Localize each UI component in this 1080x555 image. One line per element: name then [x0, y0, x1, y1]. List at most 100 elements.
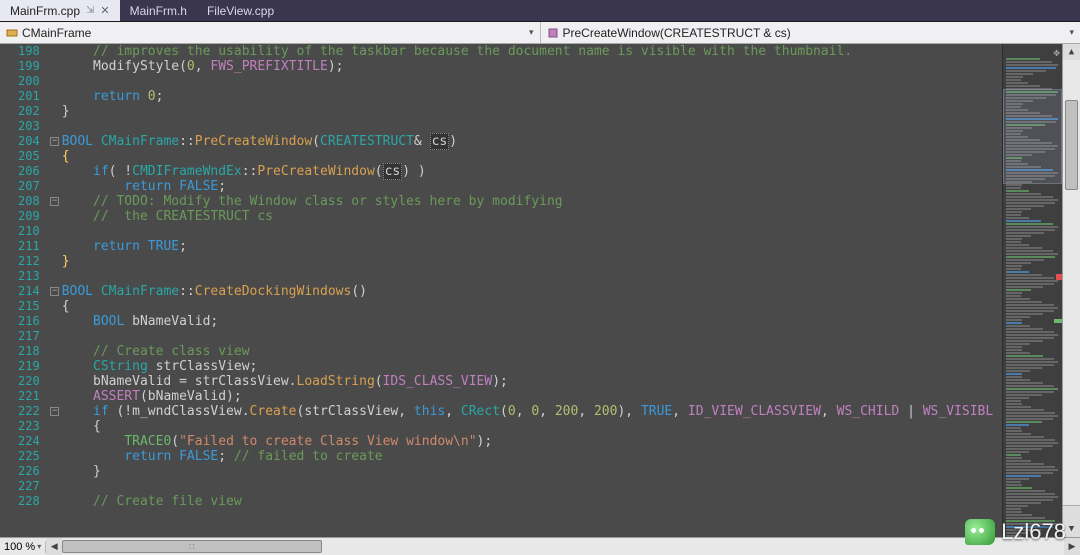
member-dropdown[interactable]: PreCreateWindow(CREATESTRUCT & cs) ▾ [541, 22, 1080, 43]
code-line[interactable]: ASSERT(bNameValid); [62, 389, 1002, 404]
outline-cell [48, 164, 62, 179]
code-line[interactable]: TRACE0("Failed to create Class View wind… [62, 434, 1002, 449]
code-line[interactable] [62, 224, 1002, 239]
scope-dropdown[interactable]: CMainFrame ▾ [0, 22, 541, 43]
outline-margin: − − − − [48, 44, 62, 537]
tab-bar: MainFrm.cpp ⇲ ✕ MainFrm.h FileView.cpp [0, 0, 1080, 22]
outline-cell [48, 269, 62, 284]
line-number: 208 [18, 194, 40, 209]
line-number: 212 [18, 254, 40, 269]
chevron-down-icon: ▾ [529, 27, 534, 38]
outline-cell [48, 479, 62, 494]
line-number: 199 [18, 59, 40, 74]
code-line[interactable]: { [62, 419, 1002, 434]
code-line[interactable] [62, 329, 1002, 344]
code-line[interactable]: // improves the usability of the taskbar… [62, 44, 1002, 59]
pin-icon[interactable]: ⇲ [86, 5, 94, 16]
code-line[interactable] [62, 479, 1002, 494]
code-line[interactable]: { [62, 149, 1002, 164]
outline-cell [48, 104, 62, 119]
tab-label: FileView.cpp [207, 4, 274, 18]
vertical-scrollbar[interactable]: ▲ ▼ [1062, 44, 1080, 537]
line-number: 205 [18, 149, 40, 164]
code-line[interactable]: bNameValid = strClassView.LoadString(IDS… [62, 374, 1002, 389]
line-number-gutter: 1981992002012022032042052062072082092102… [0, 44, 48, 537]
editor-area: 1981992002012022032042052062072082092102… [0, 44, 1080, 537]
code-line[interactable]: BOOL bNameValid; [62, 314, 1002, 329]
line-number: 217 [18, 329, 40, 344]
outline-cell [48, 89, 62, 104]
scroll-right-button[interactable]: ▶ [1064, 538, 1080, 555]
code-line[interactable]: // Create file view [62, 494, 1002, 509]
outline-cell [48, 179, 62, 194]
outline-cell [48, 329, 62, 344]
tab-fileview-cpp[interactable]: FileView.cpp [197, 0, 284, 21]
line-number: 210 [18, 224, 40, 239]
zoom-dropdown[interactable]: 100 % ▾ [0, 541, 46, 553]
line-number: 198 [18, 44, 40, 59]
horizontal-scrollbar[interactable]: ◀ ∷ ▶ [46, 538, 1080, 555]
code-line[interactable]: return FALSE; [62, 179, 1002, 194]
code-line[interactable]: ModifyStyle(0, FWS_PREFIXTITLE); [62, 59, 1002, 74]
outline-cell[interactable]: − [48, 404, 62, 419]
code-line[interactable] [62, 269, 1002, 284]
scroll-left-button[interactable]: ◀ [46, 538, 62, 555]
line-number: 206 [18, 164, 40, 179]
minimap[interactable]: ✥ [1002, 44, 1062, 537]
code-line[interactable]: if( !CMDIFrameWndEx::PreCreateWindow(cs)… [62, 164, 1002, 179]
outline-cell [48, 209, 62, 224]
member-label: PreCreateWindow(CREATESTRUCT & cs) [563, 26, 791, 40]
code-line[interactable]: BOOL CMainFrame::CreateDockingWindows() [62, 284, 1002, 299]
close-icon[interactable]: ✕ [100, 4, 109, 17]
line-number: 211 [18, 239, 40, 254]
outline-cell [48, 344, 62, 359]
fold-toggle[interactable]: − [50, 407, 59, 416]
code-editor[interactable]: // improves the usability of the taskbar… [62, 44, 1002, 537]
tab-mainfrm-cpp[interactable]: MainFrm.cpp ⇲ ✕ [0, 0, 120, 21]
code-line[interactable]: } [62, 104, 1002, 119]
code-line[interactable]: return TRUE; [62, 239, 1002, 254]
outline-cell [48, 254, 62, 269]
outline-cell [48, 419, 62, 434]
tab-mainfrm-h[interactable]: MainFrm.h [120, 0, 197, 21]
code-line[interactable]: BOOL CMainFrame::PreCreateWindow(CREATES… [62, 134, 1002, 149]
code-line[interactable] [62, 74, 1002, 89]
code-line[interactable]: { [62, 299, 1002, 314]
outline-cell[interactable]: − [48, 134, 62, 149]
outline-cell [48, 239, 62, 254]
outline-cell[interactable]: − [48, 284, 62, 299]
zoom-value: 100 % [4, 541, 35, 553]
hscroll-track[interactable]: ∷ [62, 538, 1064, 555]
minimap-viewport[interactable] [1003, 89, 1062, 184]
watermark-text: Lzl678 [1001, 519, 1066, 545]
code-line[interactable]: } [62, 254, 1002, 269]
line-number: 202 [18, 104, 40, 119]
line-number: 228 [18, 494, 40, 509]
line-number: 207 [18, 179, 40, 194]
code-line[interactable]: } [62, 464, 1002, 479]
code-line[interactable]: // TODO: Modify the Window class or styl… [62, 194, 1002, 209]
code-line[interactable]: if (!m_wndClassView.Create(strClassView,… [62, 404, 1002, 419]
outline-cell [48, 59, 62, 74]
fold-toggle[interactable]: − [50, 287, 59, 296]
code-line[interactable]: // Create class view [62, 344, 1002, 359]
code-line[interactable]: return 0; [62, 89, 1002, 104]
vscroll-thumb[interactable] [1065, 100, 1078, 190]
code-line[interactable]: return FALSE; // failed to create [62, 449, 1002, 464]
outline-cell [48, 389, 62, 404]
line-number: 214 [18, 284, 40, 299]
scroll-up-button[interactable]: ▲ [1063, 44, 1080, 60]
hscroll-thumb[interactable]: ∷ [62, 540, 322, 553]
outline-cell [48, 374, 62, 389]
line-number: 209 [18, 209, 40, 224]
minimap-marker-caret [1054, 319, 1062, 323]
fold-toggle[interactable]: − [50, 197, 59, 206]
code-line[interactable] [62, 119, 1002, 134]
vscroll-track[interactable] [1063, 60, 1080, 505]
code-line[interactable]: CString strClassView; [62, 359, 1002, 374]
code-line[interactable]: // the CREATESTRUCT cs [62, 209, 1002, 224]
outline-cell [48, 224, 62, 239]
fold-toggle[interactable]: − [50, 137, 59, 146]
outline-cell[interactable]: − [48, 194, 62, 209]
line-number: 213 [18, 269, 40, 284]
